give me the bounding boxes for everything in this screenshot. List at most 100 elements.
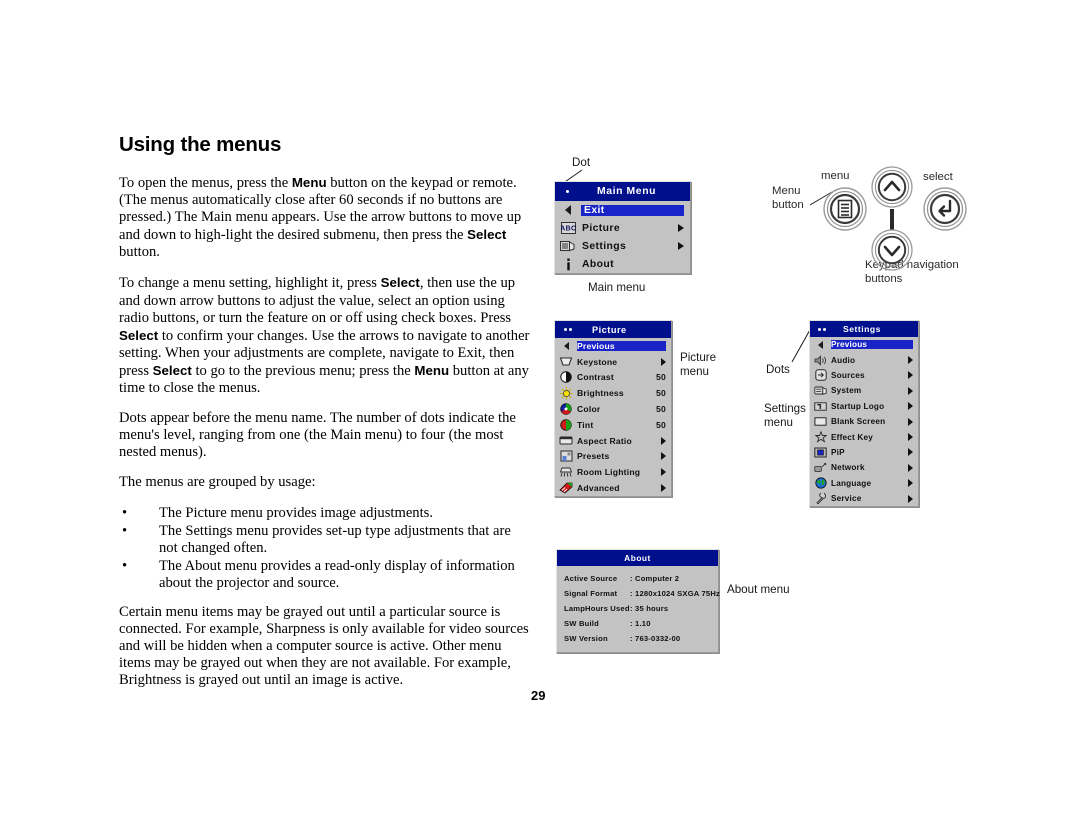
about-row-key: SW Version	[564, 634, 608, 643]
left-caret-icon	[814, 339, 827, 351]
room-lighting-icon	[559, 466, 573, 478]
picture-menu-item-contrast[interactable]: Contrast 50	[555, 370, 671, 386]
keypad-menu-button-label: Menu button	[772, 185, 804, 211]
picture-menu-titlebar: Picture	[555, 321, 671, 338]
left-caret-icon	[560, 203, 576, 217]
bullet-icon: •	[122, 504, 128, 521]
about-row-value: : 763-0332-00	[630, 634, 681, 643]
main-menu-item-label: Exit	[581, 204, 684, 216]
speaker-audio-icon	[814, 354, 827, 366]
svg-text:ABC: ABC	[561, 226, 576, 233]
chevron-right-icon	[908, 402, 913, 411]
keypad-connector	[890, 209, 894, 230]
chevron-right-icon	[908, 356, 913, 365]
about-row-key: Signal Format	[564, 589, 618, 598]
wrench-service-icon	[814, 492, 827, 505]
picture-menu-item-label: Advanced	[577, 483, 620, 494]
picture-menu-item-previous[interactable]: Previous	[555, 338, 671, 354]
chevron-right-icon	[661, 484, 666, 493]
aspect-ratio-icon	[559, 435, 573, 447]
about-menu-title: About	[624, 553, 651, 563]
about-row-value: : 1280x1024 SXGA 75Hz	[630, 589, 721, 598]
settings-menu-item-system[interactable]: System	[810, 383, 918, 398]
callout-dots: Dots	[766, 363, 790, 376]
settings-menu-item-label: Service	[831, 494, 862, 504]
emphasis: Menu	[291, 175, 327, 190]
list-item: • The About menu provides a read-only di…	[119, 558, 531, 592]
picture-menu-item-brightness[interactable]: Brightness 50	[555, 385, 671, 401]
settings-menu-panel[interactable]: Settings Previous Audio Sources System S…	[809, 320, 919, 508]
picture-menu-item-room-lighting[interactable]: Room Lighting	[555, 464, 671, 480]
picture-menu-item-presets[interactable]: Presets	[555, 449, 671, 465]
arrow-down-button[interactable]	[871, 229, 913, 271]
select-button[interactable]	[923, 187, 967, 231]
main-menu-titlebar: Main Menu	[555, 182, 690, 201]
bullet-icon: •	[122, 522, 128, 539]
keypad-menu-label: menu	[821, 170, 850, 182]
settings-menu-item-label: Language	[831, 478, 872, 488]
settings-menu-item-blank-screen[interactable]: Blank Screen	[810, 414, 918, 429]
level-dots-icon	[818, 327, 826, 331]
picture-menu-item-color[interactable]: Color 50	[555, 401, 671, 417]
settings-menu-item-effect-key[interactable]: Effect Key	[810, 429, 918, 444]
settings-menu-item-previous[interactable]: Previous	[810, 337, 918, 352]
brightness-sun-icon	[559, 386, 573, 400]
settings-menu-item-label: Blank Screen	[831, 417, 886, 427]
emphasis: Menu	[414, 362, 450, 378]
main-menu-item-picture[interactable]: ABC Picture	[555, 219, 690, 237]
about-row-signal-format: Signal Format : 1280x1024 SXGA 75Hz	[557, 586, 721, 601]
article-body: Using the menus To open the menus, press…	[119, 133, 531, 702]
main-menu-item-label: About	[582, 258, 615, 270]
picture-menu-item-label: Previous	[577, 340, 666, 351]
page-number: 29	[531, 688, 546, 703]
contrast-icon	[559, 371, 573, 384]
chevron-down-icon	[883, 245, 901, 257]
tint-icon	[559, 419, 573, 431]
emphasis: Select	[380, 275, 420, 291]
chevron-right-icon	[908, 448, 913, 457]
color-wheel-icon	[559, 403, 573, 415]
settings-menu-item-sources[interactable]: Sources	[810, 368, 918, 383]
globe-language-icon	[814, 477, 827, 489]
picture-menu-item-value: 50	[656, 388, 666, 399]
settings-menu-titlebar: Settings	[810, 321, 918, 337]
callout-settings-menu: Settings menu	[764, 402, 806, 429]
picture-menu-item-label: Tint	[577, 419, 594, 430]
emphasis: Select	[152, 362, 192, 378]
callout-main-menu: Main menu	[588, 281, 646, 294]
about-row-key: Active Source	[564, 574, 618, 583]
picture-menu-item-keystone[interactable]: Keystone	[555, 354, 671, 370]
paragraph-closing: Certain menu items may be grayed out unt…	[119, 603, 529, 689]
settings-menu-item-startup-logo[interactable]: Startup Logo	[810, 399, 918, 414]
picture-menu-item-aspect-ratio[interactable]: Aspect Ratio	[555, 433, 671, 449]
star-effect-icon	[814, 431, 827, 443]
callout-about-menu: About menu	[727, 583, 790, 596]
settings-menu-item-language[interactable]: Language	[810, 476, 918, 491]
pip-icon	[814, 446, 827, 458]
picture-menu-item-tint[interactable]: Tint 50	[555, 417, 671, 433]
arrow-up-button[interactable]	[871, 166, 913, 208]
about-menu-panel: About Active Source : Computer 2 Signal …	[556, 549, 721, 653]
settings-menu-item-audio[interactable]: Audio	[810, 352, 918, 367]
picture-menu-item-label: Aspect Ratio	[577, 435, 632, 446]
picture-menu-panel[interactable]: Picture Previous Keystone Contrast 50 Br…	[554, 320, 672, 497]
level-dots-icon	[566, 190, 569, 193]
picture-menu-item-value: 50	[656, 372, 666, 383]
chevron-right-icon	[661, 436, 666, 445]
picture-menu-item-advanced[interactable]: Advanced	[555, 480, 671, 496]
main-menu-item-settings[interactable]: Settings	[555, 237, 690, 255]
main-menu-item-about[interactable]: About	[555, 255, 690, 273]
network-icon	[814, 462, 827, 474]
about-menu-titlebar: About	[557, 550, 718, 566]
chevron-right-icon	[908, 463, 913, 472]
about-row-lamphours-used: LampHours Used : 35 hours	[557, 601, 718, 616]
menu-button[interactable]	[823, 187, 867, 231]
settings-menu-item-network[interactable]: Network	[810, 460, 918, 475]
picture-menu-item-label: Room Lighting	[577, 467, 641, 478]
about-row-sw-version: SW Version : 763-0332-00	[557, 631, 718, 646]
main-menu-item-exit[interactable]: Exit	[555, 201, 690, 219]
main-menu-panel[interactable]: Main Menu Exit ABC Picture Settings Abou…	[554, 181, 691, 274]
settings-menu-item-pip[interactable]: PiP	[810, 445, 918, 460]
list-item: • The Settings menu provides set-up type…	[119, 523, 531, 557]
settings-menu-item-service[interactable]: Service	[810, 491, 918, 506]
